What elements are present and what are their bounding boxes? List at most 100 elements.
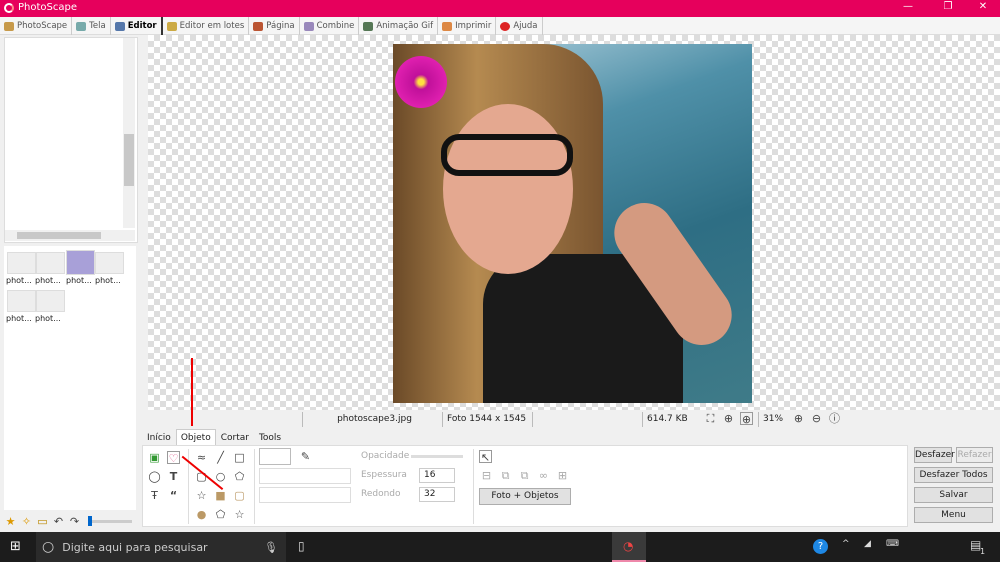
tab-animacao-gif[interactable]: Animação Gif <box>359 17 439 35</box>
tab-inicio[interactable]: Início <box>142 429 176 445</box>
circle-icon[interactable]: ○ <box>214 470 227 483</box>
filled-circle-icon[interactable]: ● <box>195 508 208 521</box>
pentagon-icon[interactable]: ⬠ <box>233 470 246 483</box>
fit-icon[interactable]: ⛶ <box>704 412 717 425</box>
taskbar-search[interactable]: ○ Digite aqui para pesquisar 🎙 <box>36 532 286 562</box>
thumbnail[interactable] <box>7 290 36 312</box>
folder-icon[interactable]: ▭ <box>36 515 49 528</box>
chevron-up-icon[interactable]: ^ <box>842 539 850 549</box>
undo-button[interactable]: Desfazer <box>914 447 955 463</box>
thumbnail[interactable] <box>36 252 65 274</box>
photo-object-icon[interactable]: ▣ <box>148 451 161 464</box>
actual-size-icon[interactable]: ⊕ <box>722 412 735 425</box>
photoscape-taskbar-button[interactable]: ◔ <box>612 532 646 562</box>
line-icon[interactable]: ╱ <box>214 451 227 464</box>
tab-label: Animação Gif <box>376 21 434 31</box>
tab-combine[interactable]: Combine <box>300 17 360 35</box>
flower-object[interactable] <box>395 56 447 108</box>
tab-editor[interactable]: Editor <box>111 17 163 35</box>
filled-rounded-rectangle-icon[interactable]: ▢ <box>233 489 246 502</box>
undo-all-button[interactable]: Desfazer Todos <box>914 467 993 483</box>
favorites-icon[interactable]: ✧ <box>20 515 33 528</box>
icon-object-heart-icon[interactable]: ♡ <box>167 451 180 465</box>
text-style-icon[interactable]: Ŧ <box>148 489 161 502</box>
menu-button[interactable]: Menu <box>914 507 993 523</box>
filled-pentagon-icon[interactable]: ⬠ <box>214 508 227 521</box>
tree-vertical-scrollbar[interactable] <box>123 38 135 228</box>
thumbnail-label: phot... <box>6 276 32 285</box>
thumbnail-size-slider[interactable] <box>88 516 132 526</box>
tab-label: Página <box>266 21 295 31</box>
eyedropper-icon[interactable]: ✎ <box>299 450 312 463</box>
windows-start-icon[interactable]: ⊞ <box>10 539 21 554</box>
rectangle-icon[interactable]: □ <box>233 451 246 464</box>
group-icon[interactable]: ∞ <box>537 469 550 482</box>
help-icon[interactable]: ? <box>813 539 828 554</box>
save-button[interactable]: Salvar <box>914 487 993 503</box>
color-picker[interactable] <box>259 448 291 465</box>
tab-editor-em-lotes[interactable]: Editor em lotes <box>163 17 250 35</box>
speech-balloon-icon[interactable]: ◯ <box>148 470 161 483</box>
zoom-fit-icon[interactable]: ⊕ <box>740 412 753 426</box>
align-icon[interactable]: ⊞ <box>556 469 569 482</box>
back-icon[interactable]: ↶ <box>52 515 65 528</box>
star-icon[interactable]: ★ <box>4 515 17 528</box>
microphone-icon[interactable]: 🎙 <box>264 541 278 554</box>
thumbnail[interactable] <box>36 290 65 312</box>
filled-rectangle-icon[interactable]: ■ <box>214 489 227 502</box>
thumbnail-selected[interactable] <box>66 250 95 275</box>
scroll-thumb[interactable] <box>17 232 101 239</box>
keyboard-icon[interactable]: ⌨ <box>886 539 899 549</box>
edited-photo[interactable] <box>393 44 752 403</box>
forward-icon[interactable]: ↷ <box>68 515 81 528</box>
thickness-stepper[interactable]: 16 <box>419 468 455 483</box>
tab-cortar[interactable]: Cortar <box>216 429 254 445</box>
info-icon[interactable]: ⓘ <box>828 412 841 425</box>
task-view-icon[interactable]: ▯ <box>298 539 305 553</box>
tab-tela[interactable]: Tela <box>72 17 111 35</box>
viewer-icon <box>76 21 87 31</box>
maximize-button[interactable]: ❐ <box>933 1 963 12</box>
app-logo-icon <box>4 3 14 13</box>
tab-tools[interactable]: Tools <box>254 429 286 445</box>
tab-photoscape[interactable]: PhotoScape <box>0 17 73 35</box>
thumbnail-label: phot... <box>6 314 32 323</box>
text-icon[interactable]: T <box>167 470 180 483</box>
select-cursor-icon[interactable]: ↖ <box>479 450 492 464</box>
close-button[interactable]: ✕ <box>968 1 998 12</box>
tab-pagina[interactable]: Página <box>249 17 300 35</box>
thumbnail[interactable] <box>95 252 124 274</box>
glasses-object[interactable] <box>441 134 573 176</box>
quote-icon[interactable]: “ <box>167 489 180 502</box>
tab-objeto[interactable]: Objeto <box>175 429 216 445</box>
photo-objects-button[interactable]: Foto + Objetos <box>479 488 571 505</box>
round-stepper[interactable]: 32 <box>419 487 455 502</box>
zoom-out-icon[interactable]: ⊖ <box>810 412 823 425</box>
folder-tree[interactable] <box>4 37 138 243</box>
arrow-style-dropdown[interactable] <box>259 487 351 503</box>
thumbnail[interactable] <box>7 252 36 274</box>
opacity-slider[interactable] <box>411 455 463 458</box>
taskbar: ⊞ ○ Digite aqui para pesquisar 🎙 ▯ ◔ ? ^… <box>0 532 1000 562</box>
zoom-in-icon[interactable]: ⊕ <box>792 412 805 425</box>
annotation-arrow <box>191 358 193 426</box>
redo-button[interactable]: Refazer <box>956 447 993 463</box>
tab-imprimir[interactable]: Imprimir <box>438 17 497 35</box>
network-icon[interactable]: ◢ <box>864 539 871 549</box>
title-bar: PhotoScape — ❐ ✕ <box>0 0 1000 17</box>
bring-front-icon[interactable]: ⧉ <box>499 469 512 482</box>
photoscape-icon <box>4 21 14 31</box>
scroll-thumb[interactable] <box>124 134 134 186</box>
cortana-icon: ○ <box>42 539 55 555</box>
minimize-button[interactable]: — <box>893 1 923 12</box>
tab-ajuda[interactable]: Ajuda <box>496 17 543 35</box>
send-back-icon[interactable]: ⧉ <box>518 469 531 482</box>
freehand-icon[interactable]: ≈ <box>195 451 208 464</box>
line-style-dropdown[interactable] <box>259 468 351 484</box>
zoom-level: 31% <box>758 412 788 427</box>
filled-star-icon[interactable]: ☆ <box>233 508 246 521</box>
thumbnail-list: phot... phot... phot... phot... phot... … <box>4 246 136 510</box>
layer-icon[interactable]: ⊟ <box>480 469 493 482</box>
star-shape-icon[interactable]: ☆ <box>195 489 208 502</box>
tree-horizontal-scrollbar[interactable] <box>5 230 135 241</box>
